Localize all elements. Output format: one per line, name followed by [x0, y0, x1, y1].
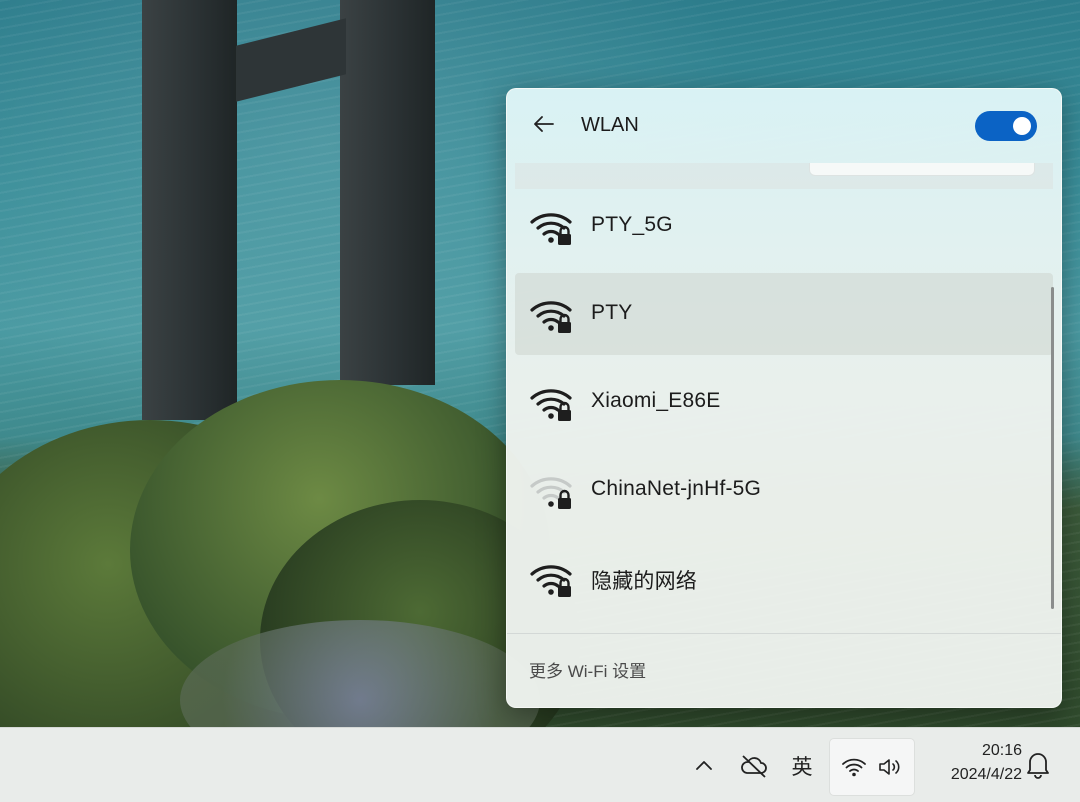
wifi-locked-icon — [530, 389, 572, 421]
back-button[interactable] — [529, 109, 559, 139]
notification-button[interactable] — [1024, 750, 1052, 780]
taskbar: 英 20:16 2024/4/22 — [0, 727, 1080, 802]
network-item[interactable]: PTY_5G — [515, 185, 1053, 267]
clock[interactable]: 20:16 2024/4/22 — [922, 742, 1022, 784]
footer-divider — [507, 633, 1061, 634]
clock-date: 2024/4/22 — [950, 766, 1022, 783]
wallpaper-pillar-left — [142, 0, 237, 420]
wallpaper-pillar-right — [340, 0, 435, 385]
network-name: PTY_5G — [591, 213, 673, 236]
toggle-knob — [1013, 117, 1031, 135]
ime-mode-button[interactable]: 英 — [784, 738, 820, 794]
list-scrollbar[interactable] — [1051, 287, 1054, 609]
onedrive-button[interactable] — [734, 738, 774, 794]
wifi-locked-icon — [530, 565, 572, 597]
wifi-locked-icon — [530, 477, 572, 509]
wlan-panel: WLAN PTY_5G PTY Xiaomi_E86E ChinaNet-jnHf-5… — [506, 88, 1062, 708]
network-item[interactable]: 隐藏的网络 — [515, 537, 1053, 619]
network-item[interactable]: Xiaomi_E86E — [515, 361, 1053, 443]
speaker-icon — [879, 759, 900, 775]
wifi-icon — [842, 758, 866, 777]
notification-icon — [1027, 753, 1049, 779]
wlan-toggle[interactable] — [975, 111, 1037, 141]
network-name: ChinaNet-jnHf-5G — [591, 477, 762, 500]
network-list: PTY_5G PTY Xiaomi_E86E ChinaNet-jnHf-5G 隐藏的网… — [515, 185, 1053, 633]
more-wifi-settings-link[interactable]: 更多 Wi-Fi 设置 — [529, 657, 646, 682]
wifi-locked-icon — [530, 213, 572, 245]
network-item[interactable]: PTY — [515, 273, 1053, 355]
clock-time: 20:16 — [981, 742, 1022, 759]
network-volume-button[interactable] — [829, 738, 915, 796]
connected-network-card-partial — [809, 163, 1035, 176]
network-name: PTY — [591, 301, 633, 324]
network-item[interactable]: ChinaNet-jnHf-5G — [515, 449, 1053, 531]
wlan-header: WLAN — [507, 89, 1061, 163]
panel-title: WLAN — [581, 114, 639, 136]
wifi-locked-icon — [530, 301, 572, 333]
network-name: Xiaomi_E86E — [591, 389, 721, 412]
cloud-offline-icon — [741, 755, 767, 778]
back-arrow-icon — [534, 116, 554, 132]
show-hidden-icons-button[interactable] — [688, 738, 720, 794]
network-name: 隐藏的网络 — [591, 570, 697, 593]
chevron-up-icon — [696, 761, 712, 770]
